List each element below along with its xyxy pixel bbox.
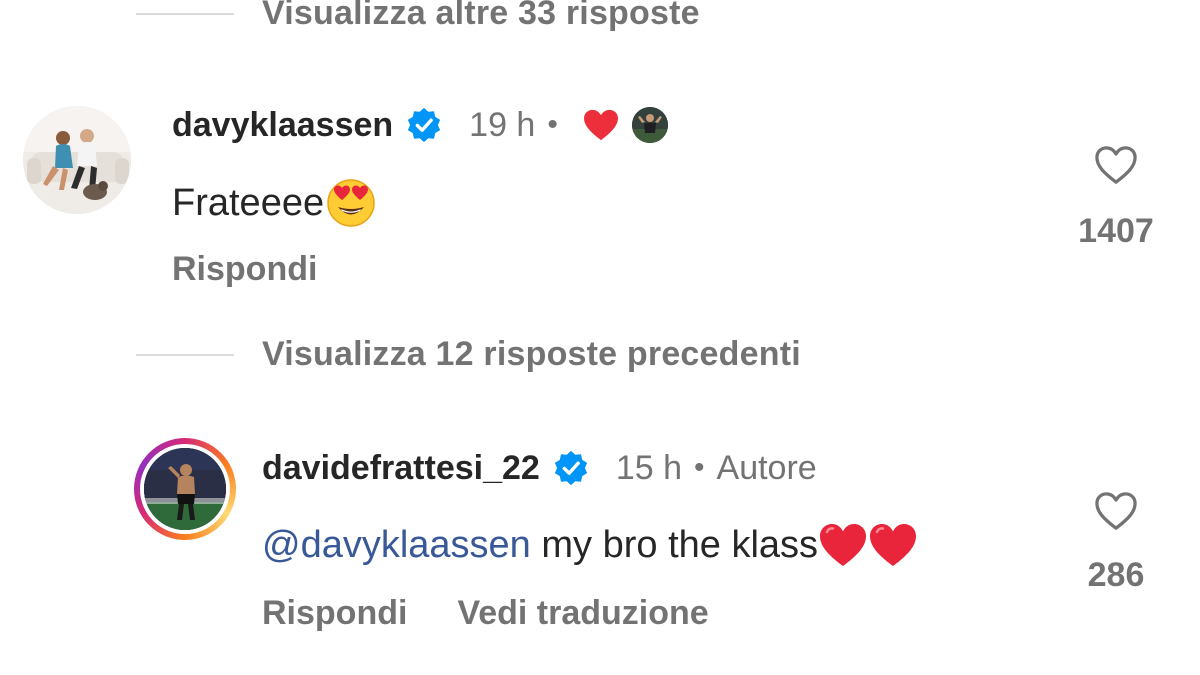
view-previous-replies-label: Visualizza 12 risposte precedenti bbox=[262, 335, 801, 373]
view-more-replies-label: Visualizza altre 33 risposte bbox=[262, 0, 700, 32]
avatar-davyklaassen[interactable] bbox=[23, 106, 131, 214]
comment-header: davidefrattesi_22 15 h • Autore bbox=[262, 443, 817, 493]
verified-badge-icon bbox=[554, 450, 587, 486]
comment-text: my bro the klass bbox=[530, 523, 819, 566]
avatar-davidefrattesi_22[interactable] bbox=[140, 444, 230, 534]
separator-dot: • bbox=[694, 451, 705, 484]
verified-badge-icon bbox=[408, 107, 441, 143]
red-heart-emoji-icon bbox=[820, 524, 867, 566]
see-translation-button[interactable]: Vedi traduzione bbox=[457, 594, 708, 633]
mention-link[interactable]: @davyklaassen bbox=[262, 524, 531, 567]
comment-text: Frateeee bbox=[172, 181, 325, 224]
divider-line bbox=[136, 12, 234, 15]
comment-timestamp: 19 h bbox=[469, 105, 536, 144]
divider-line bbox=[136, 353, 234, 356]
comment-header: davyklaassen 19 h • bbox=[172, 100, 668, 150]
comment-body: @davyklaassen my bro the klass bbox=[262, 522, 918, 568]
comment-thread: Visualizza altre 33 risposte davyklaasse… bbox=[0, 0, 1200, 675]
heart-outline-icon[interactable] bbox=[1093, 490, 1139, 532]
comment-timestamp: 15 h bbox=[615, 448, 682, 487]
view-previous-replies-button[interactable]: Visualizza 12 risposte precedenti bbox=[136, 335, 801, 374]
comment-username[interactable]: davidefrattesi_22 bbox=[262, 449, 540, 488]
avatar-photo-couch bbox=[23, 106, 131, 214]
reply-button[interactable]: Rispondi bbox=[172, 250, 317, 289]
red-heart-icon bbox=[583, 109, 618, 141]
comment-body: Frateeee bbox=[172, 178, 376, 228]
like-count: 1407 bbox=[1078, 212, 1154, 250]
comment-actions: Rispondi bbox=[172, 250, 317, 289]
red-heart-emoji-icon bbox=[870, 524, 917, 566]
comment-like-column: 286 bbox=[1068, 490, 1164, 595]
heart-outline-icon[interactable] bbox=[1093, 144, 1139, 186]
separator-dot: • bbox=[547, 108, 558, 141]
comment-like-column: 1407 bbox=[1068, 144, 1164, 251]
like-count: 286 bbox=[1087, 556, 1145, 594]
reply-button[interactable]: Rispondi bbox=[262, 594, 407, 633]
avatar-photo-stadium bbox=[144, 448, 226, 530]
author-badge: Autore bbox=[716, 448, 817, 487]
author-liked-avatar bbox=[631, 107, 668, 143]
comment-username[interactable]: davyklaassen bbox=[172, 106, 393, 145]
comment-actions: Rispondi Vedi traduzione bbox=[262, 594, 709, 633]
view-more-replies-button[interactable]: Visualizza altre 33 risposte bbox=[136, 0, 700, 33]
heart-eyes-emoji-icon bbox=[327, 179, 375, 227]
